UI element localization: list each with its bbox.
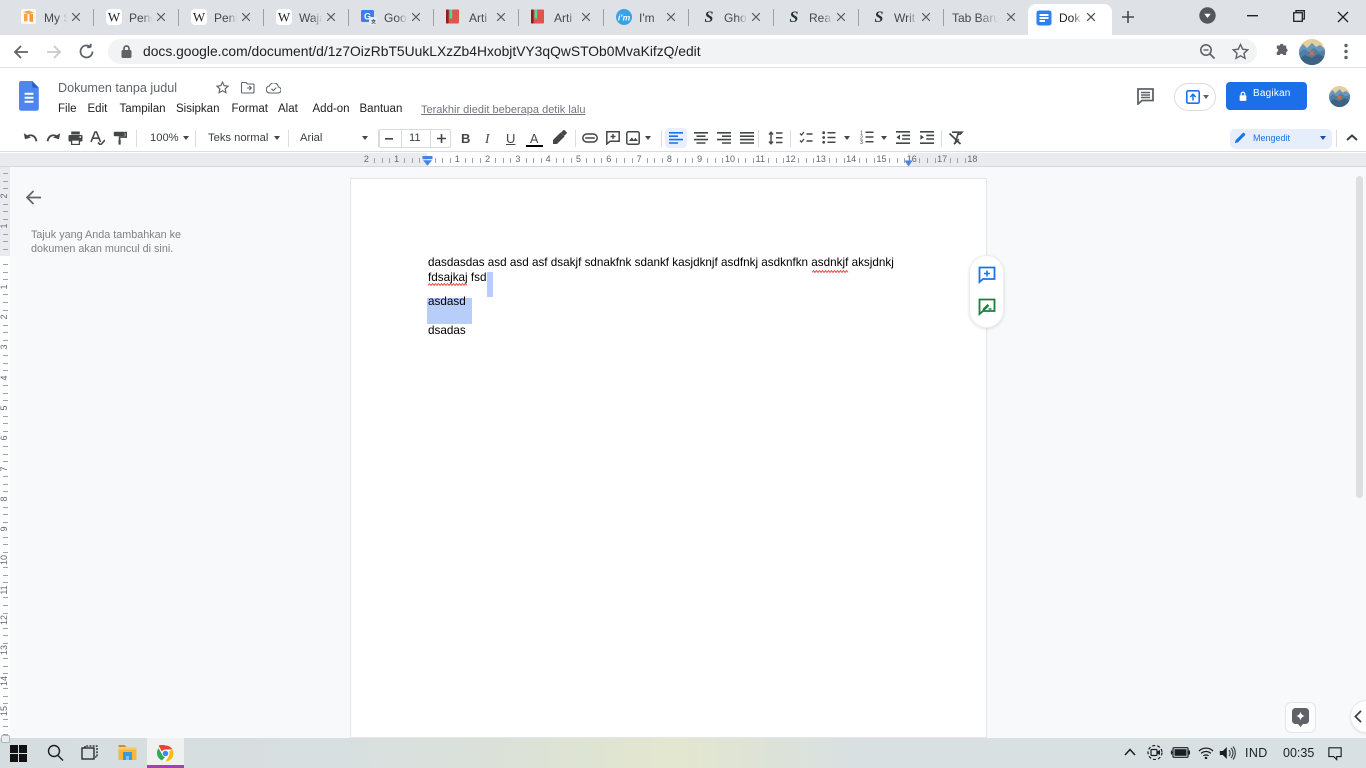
svg-text:S: S	[790, 9, 799, 25]
svg-text:W: W	[108, 10, 121, 25]
svg-text:i’m: i’m	[618, 13, 631, 23]
svg-text:W: W	[278, 10, 291, 25]
svg-text:S: S	[875, 9, 884, 25]
svg-text:S: S	[705, 9, 714, 25]
svg-text:W: W	[193, 10, 206, 25]
svg-text:3: 3	[860, 140, 863, 144]
